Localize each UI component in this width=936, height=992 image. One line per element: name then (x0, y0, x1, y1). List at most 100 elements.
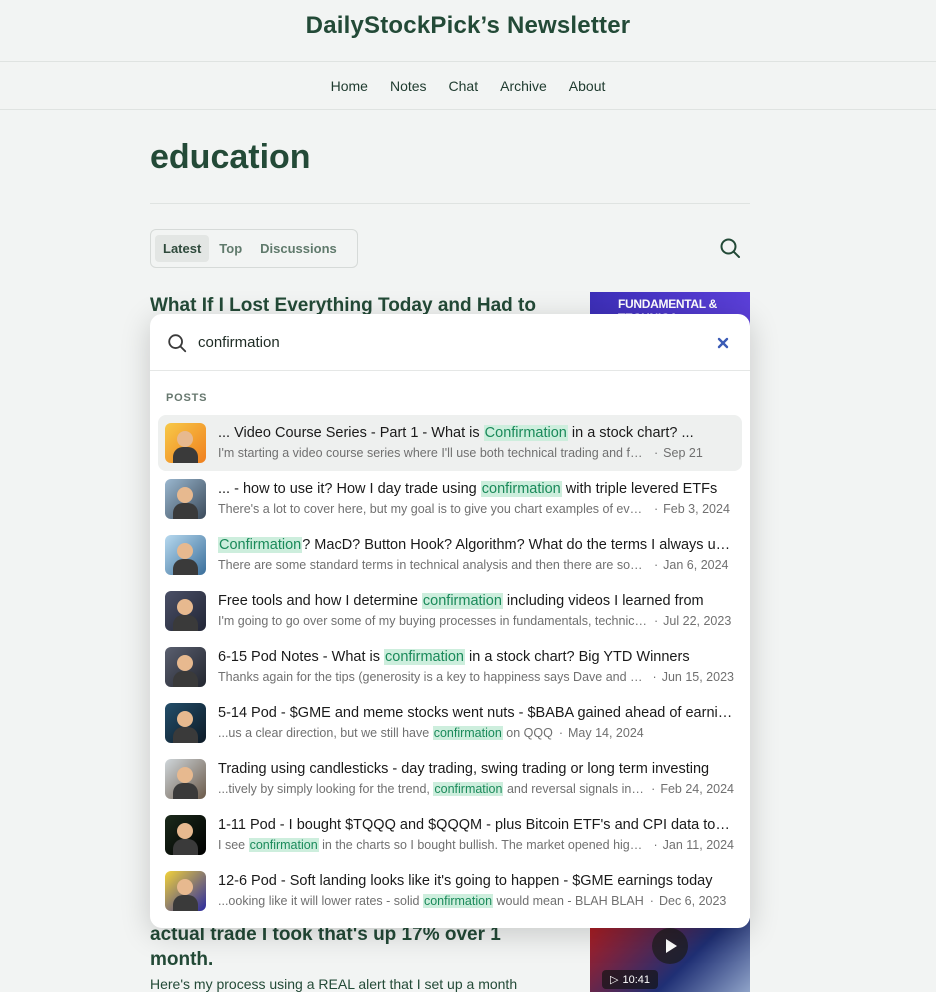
avatar-body (173, 727, 198, 743)
nav-archive[interactable]: Archive (489, 78, 558, 94)
avatar-body (173, 615, 198, 631)
search-result-item[interactable]: Confirmation? MacD? Button Hook? Algorit… (158, 527, 742, 583)
result-title-text: 5-14 Pod - $GME and meme stocks went nut… (218, 705, 734, 721)
video-duration-badge: ▷ 10:41 (602, 970, 658, 989)
avatar (177, 879, 193, 895)
search-result-item[interactable]: Trading using candlesticks - day trading… (158, 751, 742, 807)
avatar-body (173, 559, 198, 575)
result-title-text: in a stock chart? ... (567, 425, 694, 441)
snippet-text: and reversal signals in the candles (506, 782, 646, 796)
nav-chat[interactable]: Chat (438, 78, 490, 94)
search-result-item[interactable]: Free tools and how I determine confirmat… (158, 583, 742, 639)
snippet-text: ...tively by simply looking for the tren… (218, 782, 434, 796)
result-date: May 14, 2024 (557, 726, 644, 740)
avatar (177, 767, 193, 783)
snippet-text: Thanks again for the tips (generosity is… (218, 670, 647, 684)
play-icon[interactable] (652, 928, 688, 964)
post-thumbnail (165, 591, 206, 631)
site-header: DailyStockPick’s Newsletter (0, 0, 936, 62)
result-snippet: ...us a clear direction, but we still ha… (218, 726, 553, 740)
search-highlight: confirmation (433, 782, 504, 796)
avatar (177, 823, 193, 839)
result-title-text: 6-15 Pod Notes - What is (218, 649, 385, 665)
result-date: Jun 15, 2023 (651, 670, 734, 684)
nav-about[interactable]: About (558, 78, 617, 94)
snippet-text: ...us a clear direction, but we still ha… (218, 726, 433, 740)
result-snippet: There are some standard terms in technic… (218, 558, 648, 572)
divider (150, 203, 750, 204)
nav-home[interactable]: Home (320, 78, 379, 94)
search-highlight: confirmation (432, 726, 503, 740)
search-result-item[interactable]: 12-6 Pod - Soft landing looks like it's … (158, 863, 742, 919)
search-highlight: confirmation (421, 593, 503, 609)
result-snippet-row: There are some standard terms in technic… (218, 558, 734, 572)
search-result-item[interactable]: ... Video Course Series - Part 1 - What … (158, 415, 742, 471)
result-title: ... Video Course Series - Part 1 - What … (218, 425, 734, 441)
result-date: Sep 21 (652, 446, 703, 460)
result-date: Feb 24, 2024 (649, 782, 734, 796)
avatar (177, 431, 193, 447)
post-thumbnail (165, 535, 206, 575)
post-thumbnail (165, 647, 206, 687)
result-date: Jul 22, 2023 (652, 614, 731, 628)
nav-notes[interactable]: Notes (379, 78, 438, 94)
search-highlight: confirmation (422, 894, 494, 908)
search-modal: POSTS ... Video Course Series - Part 1 -… (150, 314, 750, 928)
tab-top[interactable]: Top (211, 235, 250, 262)
avatar-body (173, 447, 198, 463)
result-title: 6-15 Pod Notes - What is confirmation in… (218, 649, 734, 665)
video-thumbnail[interactable]: ▷ 10:41 (590, 918, 750, 992)
snippet-text: There are some standard terms in technic… (218, 558, 648, 572)
avatar (177, 655, 193, 671)
post-thumbnail (165, 479, 206, 519)
search-highlight: confirmation (480, 481, 562, 497)
site-title[interactable]: DailyStockPick’s Newsletter (0, 0, 936, 52)
result-snippet: ...tively by simply looking for the tren… (218, 782, 645, 796)
avatar (177, 711, 193, 727)
search-results: ... Video Course Series - Part 1 - What … (158, 415, 742, 919)
result-title-text: in a stock chart? Big YTD Winners (465, 649, 690, 665)
result-title-text: 12-6 Pod - Soft landing looks like it's … (218, 873, 713, 889)
search-icon[interactable] (718, 236, 742, 260)
result-snippet-row: I'm starting a video course series where… (218, 446, 734, 460)
avatar (177, 599, 193, 615)
avatar-body (173, 671, 198, 687)
result-snippet-row: I see confirmation in the charts so I bo… (218, 838, 734, 852)
result-snippet-row: Thanks again for the tips (generosity is… (218, 670, 734, 684)
close-icon[interactable] (715, 335, 731, 351)
result-title: 1-11 Pod - I bought $TQQQ and $QQQM - pl… (218, 817, 734, 833)
result-title-text: Free tools and how I determine (218, 593, 422, 609)
search-input[interactable] (198, 330, 678, 354)
snippet-text: ...ooking like it will lower rates - sol… (218, 894, 423, 908)
post-title[interactable]: actual trade I took that's up 17% over 1… (150, 922, 560, 972)
search-bar (150, 314, 750, 371)
search-icon (168, 334, 187, 353)
snippet-text: would mean - BLAH BLAH (493, 894, 644, 908)
search-result-item[interactable]: 1-11 Pod - I bought $TQQQ and $QQQM - pl… (158, 807, 742, 863)
result-title: 12-6 Pod - Soft landing looks like it's … (218, 873, 734, 889)
search-highlight: Confirmation (483, 425, 568, 441)
search-highlight: confirmation (248, 838, 319, 852)
result-title: Confirmation? MacD? Button Hook? Algorit… (218, 537, 734, 553)
snippet-text: on QQQ (502, 726, 553, 740)
search-result-item[interactable]: 6-15 Pod Notes - What is confirmation in… (158, 639, 742, 695)
result-title-text: with triple levered ETFs (561, 481, 718, 497)
snippet-text: in the charts so I bought bullish. The m… (318, 838, 648, 852)
result-snippet-row: There's a lot to cover here, but my goal… (218, 502, 734, 516)
tab-discussions[interactable]: Discussions (252, 235, 345, 262)
search-highlight: Confirmation (218, 537, 303, 553)
snippet-text: I see (218, 838, 249, 852)
post-subtitle: Here's my process using a REAL alert tha… (150, 976, 518, 992)
search-result-item[interactable]: 5-14 Pod - $GME and meme stocks went nut… (158, 695, 742, 751)
search-highlight: confirmation (384, 649, 465, 665)
result-title: Free tools and how I determine confirmat… (218, 593, 734, 609)
post-thumbnail (165, 703, 206, 743)
search-result-item[interactable]: ... - how to use it? How I day trade usi… (158, 471, 742, 527)
result-date: Feb 3, 2024 (652, 502, 730, 516)
tab-latest[interactable]: Latest (155, 235, 210, 262)
result-title: 5-14 Pod - $GME and meme stocks went nut… (218, 705, 734, 721)
avatar (177, 487, 193, 503)
post-thumbnail (165, 871, 206, 911)
result-snippet: There's a lot to cover here, but my goal… (218, 502, 648, 516)
avatar-body (173, 503, 198, 519)
